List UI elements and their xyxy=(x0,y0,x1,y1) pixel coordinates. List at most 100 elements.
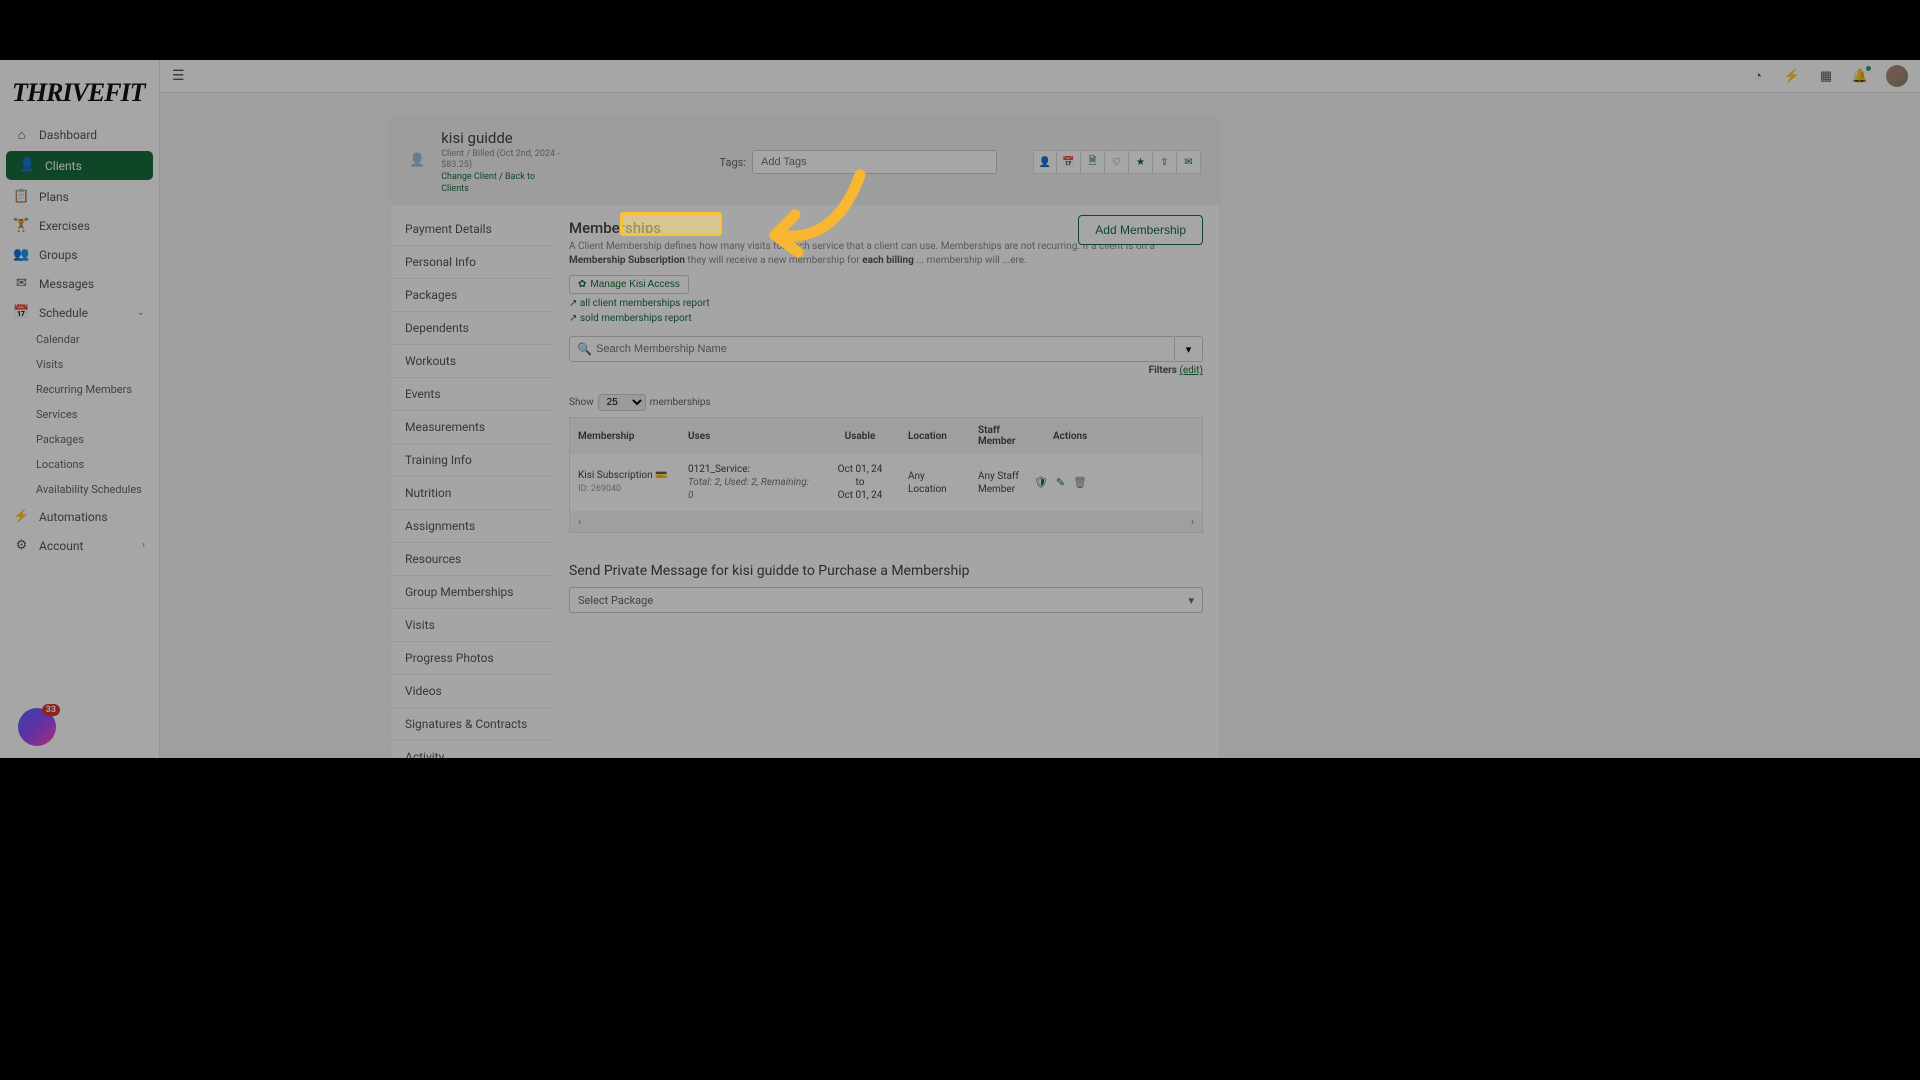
uses-detail: Total: 2, Used: 2, Remaining: 0 xyxy=(688,477,809,501)
nav-groups[interactable]: 👥 Groups xyxy=(0,240,159,269)
tags-input[interactable] xyxy=(752,150,997,174)
pager-prev[interactable]: ‹ xyxy=(578,515,581,528)
person-action-icon[interactable]: 👤 xyxy=(1033,150,1057,174)
tab-signatures[interactable]: Signatures & Contracts xyxy=(391,708,553,741)
col-location: Location xyxy=(900,424,970,449)
nav-sub-recurring[interactable]: Recurring Members xyxy=(0,377,159,402)
manage-kisi-button[interactable]: ✿ Manage Kisi Access xyxy=(569,275,689,294)
file-action-icon[interactable]: 🗎 xyxy=(1081,150,1105,174)
package-select[interactable]: Select Package ▾ xyxy=(569,587,1203,613)
tab-activity[interactable]: Activity xyxy=(391,741,553,758)
shield-icon[interactable]: 🛡 xyxy=(1034,476,1048,490)
calendar-icon: 📅 xyxy=(14,305,29,320)
nav-automations[interactable]: ⚡ Automations xyxy=(0,502,159,531)
nav-dashboard[interactable]: ⌂ Dashboard xyxy=(0,120,159,149)
user-icon: 👤 xyxy=(20,158,35,173)
row-location: Any Location xyxy=(900,461,970,505)
filters-edit-link[interactable]: (edit) xyxy=(1179,365,1203,376)
tab-nutrition[interactable]: Nutrition xyxy=(391,477,553,510)
kisi-label: Manage Kisi Access xyxy=(590,279,680,290)
upload-action-icon[interactable]: ⇪ xyxy=(1153,150,1177,174)
chevron-down-icon: ⌄ xyxy=(137,307,145,318)
star-action-icon[interactable]: ★ xyxy=(1129,150,1153,174)
chevron-down-icon: ▾ xyxy=(1188,594,1194,607)
client-name: kisi guidde xyxy=(441,129,563,149)
change-client-link[interactable]: Change Client xyxy=(441,172,497,182)
dumbbell-icon: 🏋 xyxy=(14,218,29,233)
nav-label: Account xyxy=(39,539,83,553)
send-message-title: Send Private Message for kisi guidde to … xyxy=(569,563,1203,579)
client-meta: Client / Billed (Oct 2nd, 2024 - $83.25) xyxy=(441,149,563,172)
tab-visits[interactable]: Visits xyxy=(391,609,553,642)
home-icon: ⌂ xyxy=(14,127,29,142)
gear-icon: ⚙ xyxy=(14,538,29,553)
all-memberships-report-link[interactable]: ↗ all client memberships report xyxy=(569,298,1203,309)
timer-icon[interactable]: ◔ xyxy=(1750,68,1766,84)
col-membership: Membership xyxy=(570,424,680,449)
header-actions: 👤 📅 🗎 ♡ ★ ⇪ ✉ xyxy=(1033,150,1201,174)
nav-sub-services[interactable]: Services xyxy=(0,402,159,427)
tab-measurements[interactable]: Measurements xyxy=(391,411,553,444)
trash-icon[interactable]: 🗑 xyxy=(1073,476,1087,490)
filter-button[interactable]: ▾ xyxy=(1175,336,1203,362)
bolt-icon[interactable]: ⚡ xyxy=(1784,68,1800,84)
tab-resources[interactable]: Resources xyxy=(391,543,553,576)
nav-sub-visits[interactable]: Visits xyxy=(0,352,159,377)
tab-workouts[interactable]: Workouts xyxy=(391,345,553,378)
person-icon: 👤 xyxy=(409,153,425,171)
sold-memberships-report-link[interactable]: ↗ sold memberships report xyxy=(569,313,1203,324)
nav-sub-calendar[interactable]: Calendar xyxy=(0,327,159,352)
tab-personal-info[interactable]: Personal Info xyxy=(391,246,553,279)
nav-sub-packages[interactable]: Packages xyxy=(0,427,159,452)
tab-packages[interactable]: Packages xyxy=(391,279,553,312)
client-links: Change Client / Back to Clients xyxy=(441,172,563,195)
bell-icon[interactable]: 🔔 xyxy=(1852,68,1868,84)
group-icon: 👥 xyxy=(14,247,29,262)
gear-icon: ✿ xyxy=(578,279,586,290)
nav-plans[interactable]: 📋 Plans xyxy=(0,182,159,211)
nav-exercises[interactable]: 🏋 Exercises xyxy=(0,211,159,240)
chat-widget[interactable]: 33 xyxy=(18,708,56,746)
nav-label: Exercises xyxy=(39,219,90,233)
table-header: Membership Uses Usable Location Staff Me… xyxy=(570,418,1202,454)
show-select[interactable]: 25 xyxy=(598,394,646,411)
mail-icon: ✉ xyxy=(14,276,29,291)
search-icon: 🔍 xyxy=(577,342,592,356)
col-uses: Uses xyxy=(680,424,820,449)
edit-icon[interactable]: ✎ xyxy=(1056,476,1065,490)
membership-search-input[interactable] xyxy=(569,336,1175,362)
calendar-action-icon[interactable]: 📅 xyxy=(1057,150,1081,174)
nav-messages[interactable]: ✉ Messages xyxy=(0,269,159,298)
pager-next[interactable]: › xyxy=(1191,515,1194,528)
tab-training-info[interactable]: Training Info xyxy=(391,444,553,477)
tab-payment-details[interactable]: Payment Details xyxy=(391,213,553,246)
nav-label: Plans xyxy=(39,190,69,204)
mail-action-icon[interactable]: ✉ xyxy=(1177,150,1201,174)
membership-name: Kisi Subscription xyxy=(578,470,653,481)
nav-label: Automations xyxy=(39,510,108,524)
tab-group-memberships[interactable]: Group Memberships xyxy=(391,576,553,609)
nav-label: Dashboard xyxy=(39,128,97,142)
show-pre: Show xyxy=(569,397,594,408)
tab-events[interactable]: Events xyxy=(391,378,553,411)
tab-videos[interactable]: Videos xyxy=(391,675,553,708)
user-avatar[interactable] xyxy=(1886,65,1908,87)
heart-action-icon[interactable]: ♡ xyxy=(1105,150,1129,174)
tab-progress-photos[interactable]: Progress Photos xyxy=(391,642,553,675)
add-membership-button[interactable]: Add Membership xyxy=(1078,215,1203,245)
nav-clients[interactable]: 👤 Clients xyxy=(6,151,153,180)
nav-sub-locations[interactable]: Locations xyxy=(0,452,159,477)
nav-sub-availability[interactable]: Availability Schedules xyxy=(0,477,159,502)
nav-schedule[interactable]: 📅 Schedule ⌄ xyxy=(0,298,159,327)
client-side-tabs: Payment Details Personal Info Packages D… xyxy=(391,205,553,758)
nav-account[interactable]: ⚙ Account › xyxy=(0,531,159,560)
tab-dependents[interactable]: Dependents xyxy=(391,312,553,345)
nav-label: Messages xyxy=(39,277,94,291)
col-usable: Usable xyxy=(820,424,900,449)
bolt-icon: ⚡ xyxy=(14,509,29,524)
tab-assignments[interactable]: Assignments xyxy=(391,510,553,543)
topbar: ☰ ◔ ⚡ ▦ 🔔 xyxy=(160,60,1920,93)
hamburger-icon[interactable]: ☰ xyxy=(172,68,185,84)
grid-icon[interactable]: ▦ xyxy=(1818,68,1834,84)
show-post: memberships xyxy=(650,397,711,408)
